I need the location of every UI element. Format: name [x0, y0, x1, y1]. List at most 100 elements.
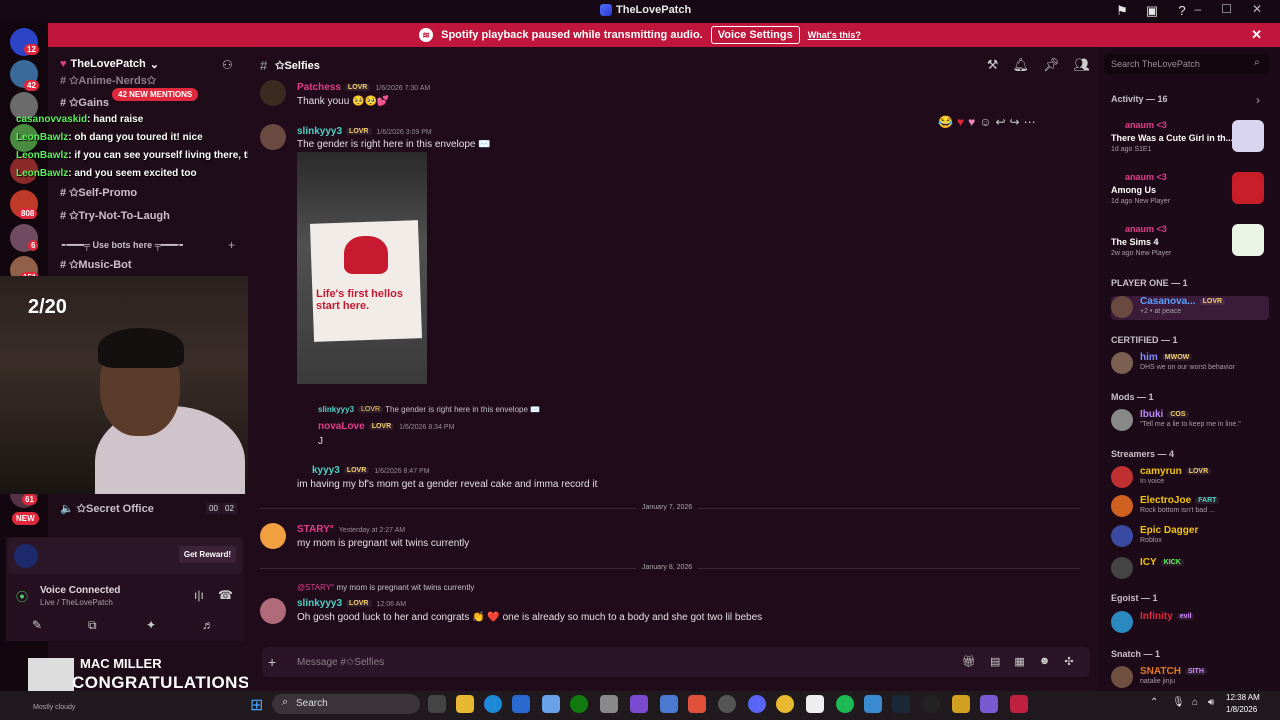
- unreal-icon[interactable]: [922, 695, 940, 713]
- channel-item[interactable]: # ✩Gains: [60, 96, 109, 109]
- bell-icon[interactable]: 🔔︎: [1012, 57, 1029, 73]
- message-author[interactable]: slinkyyy3 LOVR 1/6/2026 3:09 PM: [297, 126, 432, 137]
- mentions-pill[interactable]: 42 NEW MENTIONS: [112, 88, 199, 101]
- heart-reaction-icon[interactable]: ♥: [957, 115, 964, 129]
- teams-icon[interactable]: [980, 695, 998, 713]
- close-window-icon[interactable]: ✕: [1252, 2, 1262, 16]
- file-explorer-icon[interactable]: [456, 695, 474, 713]
- maximize-icon[interactable]: ☐: [1221, 2, 1232, 16]
- camera-off-icon[interactable]: ✎: [32, 618, 42, 632]
- app-icon[interactable]: [864, 695, 882, 713]
- activity-thumbnail[interactable]: [1232, 172, 1264, 204]
- clock-time[interactable]: 12:38 AM: [1226, 693, 1260, 702]
- server-header[interactable]: ♥ TheLovePatch ⌄: [48, 52, 248, 76]
- members-icon[interactable]: 👥︎: [1073, 57, 1090, 73]
- message-author[interactable]: Patchess LOVR 1/6/2026 7:30 AM: [297, 82, 430, 93]
- channel-item[interactable]: # ✩Music-Bot: [60, 258, 132, 271]
- threads-icon[interactable]: ⚒: [987, 57, 999, 73]
- minimize-icon[interactable]: –: [1194, 2, 1201, 16]
- activity-game[interactable]: The Sims 4: [1111, 237, 1159, 247]
- add-member-icon[interactable]: ⚇: [222, 58, 233, 72]
- disconnect-icon[interactable]: ☎: [218, 588, 233, 602]
- brave-icon[interactable]: [688, 695, 706, 713]
- add-channel-icon[interactable]: +: [228, 238, 235, 252]
- activity-thumbnail[interactable]: [1232, 224, 1264, 256]
- taskbar-search[interactable]: Search: [272, 694, 420, 714]
- store-icon[interactable]: [600, 695, 618, 713]
- activity-user[interactable]: anaum <3: [1125, 120, 1167, 130]
- windows-start-icon[interactable]: ⊞: [250, 695, 263, 715]
- mail-icon[interactable]: [512, 695, 530, 713]
- app-icon[interactable]: [952, 695, 970, 713]
- server-search-input[interactable]: Search TheLovePatch: [1104, 54, 1270, 74]
- reply-icon[interactable]: ↩: [995, 115, 1005, 129]
- message-author[interactable]: kyyy3 LOVR 1/6/2026 8:47 PM: [312, 465, 430, 476]
- message-author[interactable]: novaLove LOVR 1/6/2026 8:34 PM: [318, 421, 454, 432]
- more-icon[interactable]: ⋯: [1024, 115, 1036, 129]
- voice-location[interactable]: Live / TheLovePatch: [40, 598, 113, 607]
- edge-icon[interactable]: [484, 695, 502, 713]
- steam-icon[interactable]: [892, 695, 910, 713]
- get-reward-button[interactable]: Get Reward!: [178, 546, 236, 563]
- avatar[interactable]: [260, 598, 286, 624]
- help-icon[interactable]: ?: [1174, 3, 1190, 19]
- message-author[interactable]: slinkyyy3 LOVR 12:06 AM: [297, 598, 406, 609]
- network-icon[interactable]: ⌂: [1192, 697, 1198, 708]
- pin-icon[interactable]: 📌︎: [1043, 57, 1060, 73]
- sticker-icon[interactable]: ▦: [1014, 655, 1024, 668]
- channel-item[interactable]: # ✩Anime-Nerds✩: [60, 74, 156, 87]
- avatar[interactable]: [260, 124, 286, 150]
- laugh-reaction-icon[interactable]: 😂: [938, 115, 953, 129]
- inbox-icon[interactable]: ▣: [1144, 3, 1160, 19]
- app-icon[interactable]: [660, 695, 678, 713]
- spotify-icon[interactable]: [836, 695, 854, 713]
- activity-header[interactable]: Activity — 16: [1111, 94, 1168, 104]
- pink-heart-reaction-icon[interactable]: ♥: [968, 115, 975, 129]
- avatar[interactable]: [260, 80, 286, 106]
- reply-preview[interactable]: slinkyyy3 LOVR The gender is right here i…: [318, 405, 540, 414]
- emoji-icon[interactable]: ☻: [1039, 655, 1051, 668]
- settings-icon[interactable]: [718, 695, 736, 713]
- chevron-right-icon[interactable]: ›: [1256, 93, 1260, 107]
- app-icon[interactable]: [806, 695, 824, 713]
- activities-icon[interactable]: ✦: [146, 618, 156, 632]
- member-row[interactable]: Casanova... LOVR +2 • at peace: [1111, 296, 1269, 320]
- chrome-icon[interactable]: [776, 695, 794, 713]
- avatar[interactable]: [260, 523, 286, 549]
- activity-user[interactable]: anaum <3: [1125, 172, 1167, 182]
- close-icon[interactable]: ✕: [1251, 27, 1262, 43]
- add-attachment-icon[interactable]: +: [268, 654, 276, 670]
- noise-suppression-icon[interactable]: ı|ı: [194, 588, 204, 602]
- mic-icon[interactable]: 🎙︎: [1172, 697, 1185, 708]
- activity-game[interactable]: Among Us: [1111, 185, 1156, 195]
- gif-icon[interactable]: ▤: [990, 655, 1000, 668]
- volume-icon[interactable]: 🔊︎: [1208, 697, 1214, 708]
- task-view-icon[interactable]: [428, 695, 446, 713]
- channel-item[interactable]: # ✩Self-Promo: [60, 186, 137, 199]
- screen-share-icon[interactable]: ⧉: [88, 618, 97, 633]
- soundboard-icon[interactable]: ♬: [202, 618, 214, 632]
- activity-user[interactable]: anaum <3: [1125, 224, 1167, 234]
- clock-date[interactable]: 1/8/2026: [1226, 705, 1257, 714]
- reply-preview[interactable]: @STARY° my mom is pregnant wit twins cur…: [297, 583, 474, 592]
- apps-icon[interactable]: ✣: [1064, 655, 1073, 668]
- chevron-up-icon[interactable]: ⌃: [1150, 697, 1158, 708]
- add-reaction-icon[interactable]: ☺: [979, 115, 991, 129]
- activity-thumbnail[interactable]: [1232, 120, 1264, 152]
- flag-icon[interactable]: ⚑: [1114, 3, 1130, 19]
- voice-settings-button[interactable]: Voice Settings: [710, 26, 800, 44]
- member-section-title: Mods — 1: [1111, 392, 1154, 402]
- visual-studio-icon[interactable]: [630, 695, 648, 713]
- discord-icon[interactable]: [748, 695, 766, 713]
- category-header[interactable]: ╾━━━╤ Use bots here ╤━━━╼: [62, 240, 183, 251]
- forward-icon[interactable]: ↪: [1010, 115, 1020, 129]
- xbox-icon[interactable]: [570, 695, 588, 713]
- copilot-icon[interactable]: [542, 695, 560, 713]
- channel-item[interactable]: # ✩Try-Not-To-Laugh: [60, 209, 170, 222]
- gift-icon[interactable]: 🎁︎: [962, 655, 976, 668]
- app-icon[interactable]: [1010, 695, 1028, 713]
- voice-channel-item[interactable]: 🔈 ✩Secret Office: [60, 502, 154, 515]
- whats-this-link[interactable]: What's this?: [808, 30, 861, 40]
- activity-game[interactable]: There Was a Cute Girl in th...: [1111, 133, 1233, 143]
- message-author[interactable]: STARY° Yesterday at 2:27 AM: [297, 524, 405, 535]
